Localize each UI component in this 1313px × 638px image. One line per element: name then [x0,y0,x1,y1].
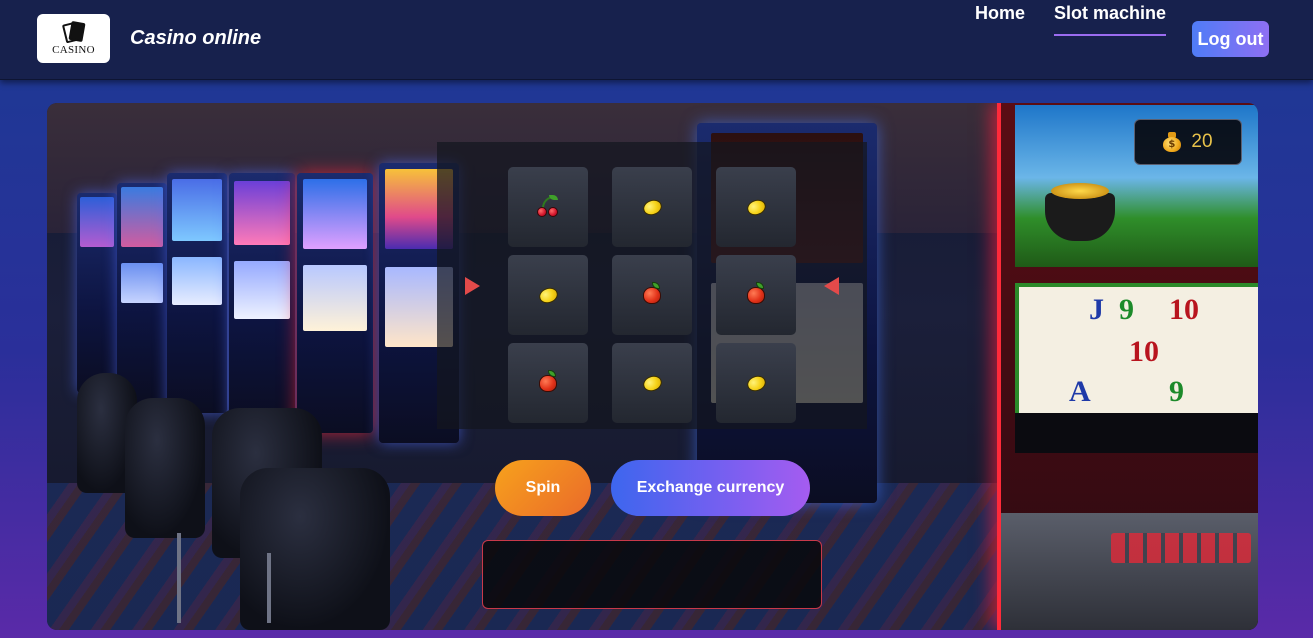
background-machine-credit-bar [1015,413,1258,453]
lemon-icon [536,284,560,306]
nav-link-slot-machine[interactable]: Slot machine [1054,3,1167,36]
slot-cell-r1-c2 [612,167,692,247]
slot-cell-r3-c3 [716,343,796,423]
money-bag-icon: $ [1163,132,1182,152]
slot-reels-board [437,142,867,429]
lemon-icon [744,372,768,394]
playing-cards-icon [61,20,87,44]
lemon-icon [744,196,768,218]
nav-link-home[interactable]: Home [975,3,1025,24]
logo-text: CASINO [52,44,95,56]
slot-cell-r1-c1 [508,167,588,247]
slot-cell-r2-c1 [508,255,588,335]
spin-button[interactable]: Spin [495,460,591,516]
background-slot-machine [117,183,167,403]
balance-value: 20 [1191,131,1213,152]
slot-cell-r3-c1 [508,343,588,423]
lemon-icon [640,372,664,394]
background-chair [125,398,205,538]
background-slot-machine [229,173,295,423]
background-machine-buttons [1111,533,1251,563]
payline-arrow-right-icon [465,277,480,295]
slot-cell-r2-c3 [716,255,796,335]
pot-of-gold-image [1045,183,1115,241]
background-slot-machine [167,173,227,413]
top-navbar: CASINO Casino online Home Slot machine L… [0,0,1313,80]
casino-logo[interactable]: CASINO [37,14,110,63]
background-slot-machine [77,193,117,393]
apple-icon [643,281,661,304]
slot-cell-r2-c2 [612,255,692,335]
exchange-currency-button[interactable]: Exchange currency [611,460,810,516]
slot-cell-r1-c3 [716,167,796,247]
background-featured-slot-machine: J 9 10 10 A 9 [997,103,1258,630]
background-machine-panel [1001,513,1258,630]
cherry-icon [537,195,559,218]
slot-cell-r3-c2 [612,343,692,423]
result-message-box [482,540,822,609]
background-slot-machine [297,173,373,433]
apple-icon [747,281,765,304]
apple-icon [539,369,557,392]
background-chair [240,468,390,630]
payline-arrow-left-icon [824,277,839,295]
lemon-icon [640,196,664,218]
brand-title: Casino online [130,27,262,49]
balance-display: $ 20 [1134,119,1242,165]
logout-button[interactable]: Log out [1192,21,1269,57]
